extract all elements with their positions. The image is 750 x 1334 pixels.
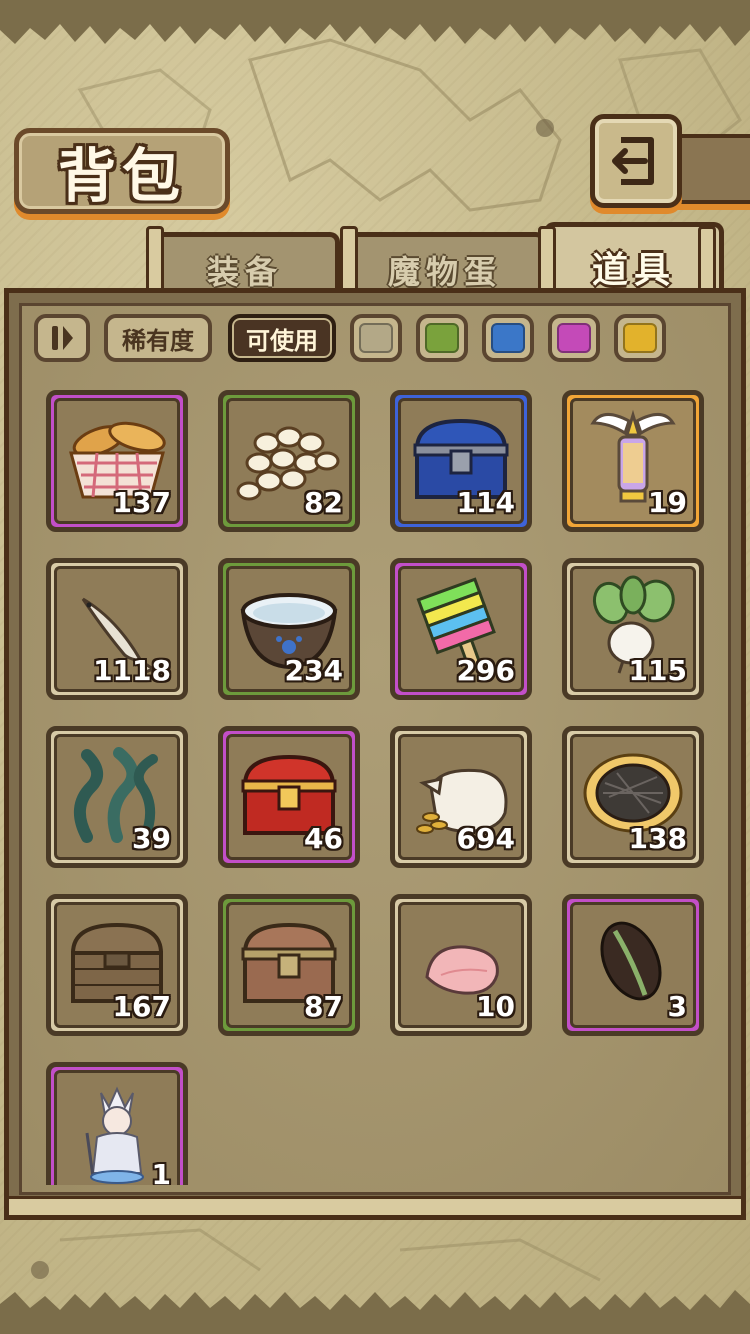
item-slot-water-bowl[interactable]: 234 — [218, 558, 360, 700]
item-count: 46 — [304, 822, 343, 855]
item-count: 1118 — [93, 654, 171, 687]
page-title: 背包 — [57, 142, 186, 210]
tab-monster-eggs-label: 魔物蛋 — [387, 253, 502, 291]
pause-sort-icon — [52, 326, 73, 350]
item-count: 234 — [284, 654, 343, 687]
return-arrow-icon — [612, 137, 654, 185]
rarity-sort-button[interactable]: 稀有度 — [104, 314, 212, 362]
rarity-filter-blue[interactable] — [482, 314, 534, 362]
item-count: 137 — [112, 486, 171, 519]
item-count: 19 — [648, 486, 687, 519]
item-slot-coin-sack[interactable]: 694 — [390, 726, 532, 868]
item-count: 296 — [456, 654, 515, 687]
item-count: 114 — [456, 486, 515, 519]
usable-filter-button[interactable]: 可使用 — [228, 314, 336, 362]
item-slot-turnip[interactable]: 115 — [562, 558, 704, 700]
item-slot-blue-chest[interactable]: 114 — [390, 390, 532, 532]
purple-chip — [557, 323, 591, 353]
item-slot-wooden-chest[interactable]: 167 — [46, 894, 188, 1036]
bottom-torn-edge — [0, 1290, 750, 1334]
tab-items-label: 道具 — [591, 249, 676, 291]
gold-chip — [623, 323, 657, 353]
panel-bottom-rail — [9, 1196, 741, 1215]
item-count: 10 — [476, 990, 515, 1023]
gray-chip — [359, 323, 393, 353]
item-count: 82 — [304, 486, 343, 519]
item-count: 694 — [456, 822, 515, 855]
item-slot-seaweed[interactable]: 39 — [46, 726, 188, 868]
item-slot-red-chest[interactable]: 46 — [218, 726, 360, 868]
filter-bar: 稀有度 可使用 — [24, 312, 724, 368]
rarity-filter-purple[interactable] — [548, 314, 600, 362]
top-torn-edge — [0, 0, 750, 46]
item-count: 167 — [112, 990, 171, 1023]
item-slot-cocoa-bean[interactable]: 3 — [562, 894, 704, 1036]
item-slot-rainbow-popsicle[interactable]: 296 — [390, 558, 532, 700]
rarity-filter-green[interactable] — [416, 314, 468, 362]
item-slot-fish[interactable]: 1118 — [46, 558, 188, 700]
item-count: 3 — [667, 990, 687, 1023]
item-count: 87 — [304, 990, 343, 1023]
rarity-filter-gold[interactable] — [614, 314, 666, 362]
rarity-filter-gray[interactable] — [350, 314, 402, 362]
item-slot-bread-basket[interactable]: 137 — [46, 390, 188, 532]
item-slot-eggs-pile[interactable]: 82 — [218, 390, 360, 532]
item-grid: 137 82 114 19 1118 234 296 115 39 46 694… — [46, 390, 706, 1185]
item-slot-pie[interactable]: 138 — [562, 726, 704, 868]
item-slot-winged-lantern[interactable]: 19 — [562, 390, 704, 532]
back-button[interactable] — [590, 114, 682, 208]
sort-toggle-button[interactable] — [34, 314, 90, 362]
blue-chip — [491, 323, 525, 353]
item-count: 115 — [628, 654, 687, 687]
item-slot-bronze-chest[interactable]: 87 — [218, 894, 360, 1036]
item-count: 138 — [628, 822, 687, 855]
title-plate: 背包 — [14, 128, 230, 214]
item-count: 39 — [132, 822, 171, 855]
green-chip — [425, 323, 459, 353]
item-slot-pink-petal[interactable]: 10 — [390, 894, 532, 1036]
item-count: 1 — [151, 1158, 171, 1185]
item-slot-character-figure[interactable]: 1 — [46, 1062, 188, 1185]
tab-equipment-label: 装备 — [206, 253, 283, 291]
